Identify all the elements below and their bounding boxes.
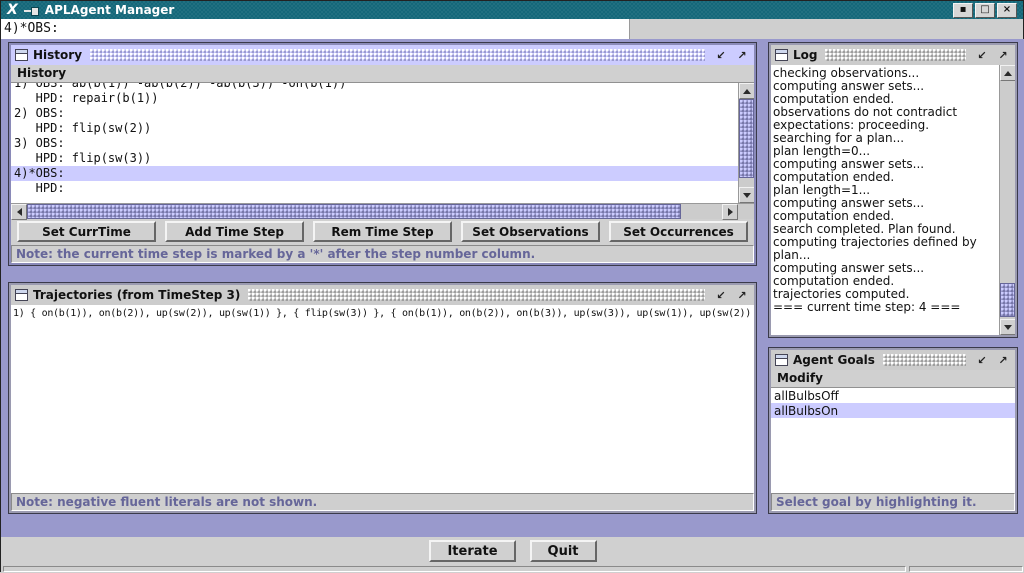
frame-iconify-icon[interactable]: ↙: [974, 48, 990, 62]
history-row[interactable]: HPD: flip(sw(3)): [11, 151, 738, 166]
history-list-region: 1) OBS: ab(b(1)) -ab(b(2)) -ab(b(3)) -on…: [11, 83, 754, 203]
history-action-button[interactable]: Set Occurrences: [609, 221, 748, 242]
frame-maximize-icon[interactable]: ↗: [734, 288, 750, 302]
history-row[interactable]: 1) OBS: ab(b(1)) -ab(b(2)) -ab(b(3)) -on…: [11, 83, 738, 91]
trajectories-frame: Trajectories (from TimeStep 3) ↙ ↗ 1) { …: [9, 283, 756, 513]
history-row-text: 2) OBS:: [14, 106, 65, 120]
scrollbar-corner: [738, 204, 754, 219]
frame-maximize-icon[interactable]: ↗: [734, 48, 750, 62]
history-action-button[interactable]: Set CurrTime: [17, 221, 156, 242]
history-row-text: 3) OBS:: [14, 136, 65, 150]
history-action-button[interactable]: Rem Time Step: [313, 221, 452, 242]
history-row-text: 4)*OBS:: [14, 166, 65, 180]
trajectories-frame-title: Trajectories (from TimeStep 3): [33, 288, 240, 302]
history-row[interactable]: 4)*OBS:: [11, 166, 738, 181]
obs-text-field[interactable]: 4)*OBS:: [1, 19, 630, 39]
x11-logo-icon[interactable]: X: [7, 3, 18, 17]
top-strip: 4)*OBS:: [1, 19, 1023, 39]
log-region: checking observations... computing answe…: [771, 65, 1015, 335]
scroll-up-icon[interactable]: [739, 83, 754, 99]
log-frame-title: Log: [793, 48, 817, 62]
desktop-pane: History ↙ ↗ History 1) OBS: ab(b(1)) -ab…: [1, 39, 1024, 537]
frame-icon: [15, 289, 28, 301]
history-row[interactable]: HPD: flip(sw(2)): [11, 121, 738, 136]
history-row[interactable]: 2) OBS:: [11, 106, 738, 121]
history-note: Note: the current time step is marked by…: [11, 245, 754, 263]
resize-grip[interactable]: [909, 566, 1023, 572]
scrollbar-thumb[interactable]: [1000, 283, 1015, 317]
history-row-text: 1) OBS: ab(b(1)) -ab(b(2)) -ab(b(3)) -on…: [14, 83, 346, 90]
scroll-down-icon[interactable]: [739, 187, 754, 203]
agent-goals-frame-title: Agent Goals: [793, 353, 875, 367]
history-row-text: HPD:: [14, 181, 65, 195]
history-actions: Set CurrTime Add Time Step Rem Time Step…: [11, 219, 754, 245]
agent-goals-frame: Agent Goals ↙ ↗ Modify allBulbsOff allBu…: [769, 348, 1017, 513]
goal-item[interactable]: allBulbsOn: [771, 403, 1015, 418]
app-window: X APLAgent Manager ▪ □ × 4)*OBS: History…: [0, 0, 1024, 572]
history-frame-titlebar[interactable]: History ↙ ↗: [11, 45, 754, 65]
frame-iconify-icon[interactable]: ↙: [974, 353, 990, 367]
scrollbar-track[interactable]: [739, 178, 754, 187]
quit-button[interactable]: Quit: [530, 540, 597, 562]
log-frame: Log ↙ ↗ checking observations... computi…: [769, 43, 1017, 337]
frame-icon: [775, 354, 788, 366]
scroll-left-icon[interactable]: [11, 204, 27, 220]
window-controls: ▪ □ ×: [953, 3, 1017, 18]
trajectories-frame-titlebar[interactable]: Trajectories (from TimeStep 3) ↙ ↗: [11, 285, 754, 305]
log-frame-titlebar[interactable]: Log ↙ ↗: [771, 45, 1015, 65]
history-menu[interactable]: History: [11, 65, 754, 83]
titlebar-texture: [90, 49, 705, 61]
goal-item[interactable]: allBulbsOff: [771, 388, 1015, 403]
minimize-icon[interactable]: ▪: [953, 3, 973, 18]
trajectory-line[interactable]: 1) { on(b(1)), on(b(2)), up(sw(2)), up(s…: [13, 308, 754, 319]
agent-goals-note: Select goal by highlighting it.: [771, 493, 1015, 511]
log-line: === current time step: 4 ===: [773, 301, 999, 314]
frame-maximize-icon[interactable]: ↗: [995, 48, 1011, 62]
window-title: APLAgent Manager: [45, 3, 175, 17]
history-row[interactable]: HPD: repair(b(1)): [11, 91, 738, 106]
scroll-down-icon[interactable]: [1000, 319, 1015, 335]
history-frame-title: History: [33, 48, 82, 62]
maximize-icon[interactable]: □: [975, 3, 995, 18]
footer-bar: Iterate Quit: [1, 537, 1024, 565]
agent-goals-frame-titlebar[interactable]: Agent Goals ↙ ↗: [771, 350, 1015, 370]
history-horizontal-scrollbar: [11, 203, 754, 219]
pin-icon[interactable]: [24, 6, 39, 15]
frame-icon: [15, 49, 28, 61]
scrollbar-thumb[interactable]: [27, 204, 681, 219]
frame-icon: [775, 49, 788, 61]
history-action-button[interactable]: Set Observations: [461, 221, 600, 242]
log-lines: checking observations... computing answe…: [771, 65, 999, 335]
history-list: 1) OBS: ab(b(1)) -ab(b(2)) -ab(b(3)) -on…: [11, 83, 738, 203]
frame-maximize-icon[interactable]: ↗: [995, 353, 1011, 367]
scroll-up-icon[interactable]: [1000, 65, 1015, 81]
titlebar-texture: [248, 289, 705, 301]
frame-iconify-icon[interactable]: ↙: [713, 48, 729, 62]
close-icon[interactable]: ×: [997, 3, 1017, 18]
history-row-text: HPD: repair(b(1)): [14, 91, 159, 105]
log-vertical-scrollbar: [999, 65, 1015, 335]
history-vertical-scrollbar: [738, 83, 754, 203]
scroll-right-icon[interactable]: [722, 204, 738, 220]
trajectories-note: Note: negative fluent literals are not s…: [11, 493, 754, 511]
titlebar-texture: [883, 354, 966, 366]
history-row[interactable]: HPD:: [11, 181, 738, 196]
history-row-text: HPD: flip(sw(3)): [14, 151, 151, 165]
scrollbar-thumb[interactable]: [739, 99, 754, 178]
history-action-button[interactable]: Add Time Step: [165, 221, 304, 242]
titlebar-texture: [825, 49, 966, 61]
status-cell: [3, 566, 906, 572]
trajectories-list: 1) { on(b(1)), on(b(2)), up(sw(2)), up(s…: [11, 305, 754, 493]
window-titlebar: X APLAgent Manager ▪ □ ×: [1, 1, 1023, 19]
modify-menu[interactable]: Modify: [771, 370, 1015, 388]
history-row[interactable]: 3) OBS:: [11, 136, 738, 151]
history-frame: History ↙ ↗ History 1) OBS: ab(b(1)) -ab…: [9, 43, 756, 265]
iterate-button[interactable]: Iterate: [429, 540, 515, 562]
scrollbar-track[interactable]: [681, 204, 722, 219]
scrollbar-track[interactable]: [1000, 81, 1015, 319]
history-row-text: HPD: flip(sw(2)): [14, 121, 151, 135]
goals-list: allBulbsOff allBulbsOn: [771, 388, 1015, 493]
frame-iconify-icon[interactable]: ↙: [713, 288, 729, 302]
